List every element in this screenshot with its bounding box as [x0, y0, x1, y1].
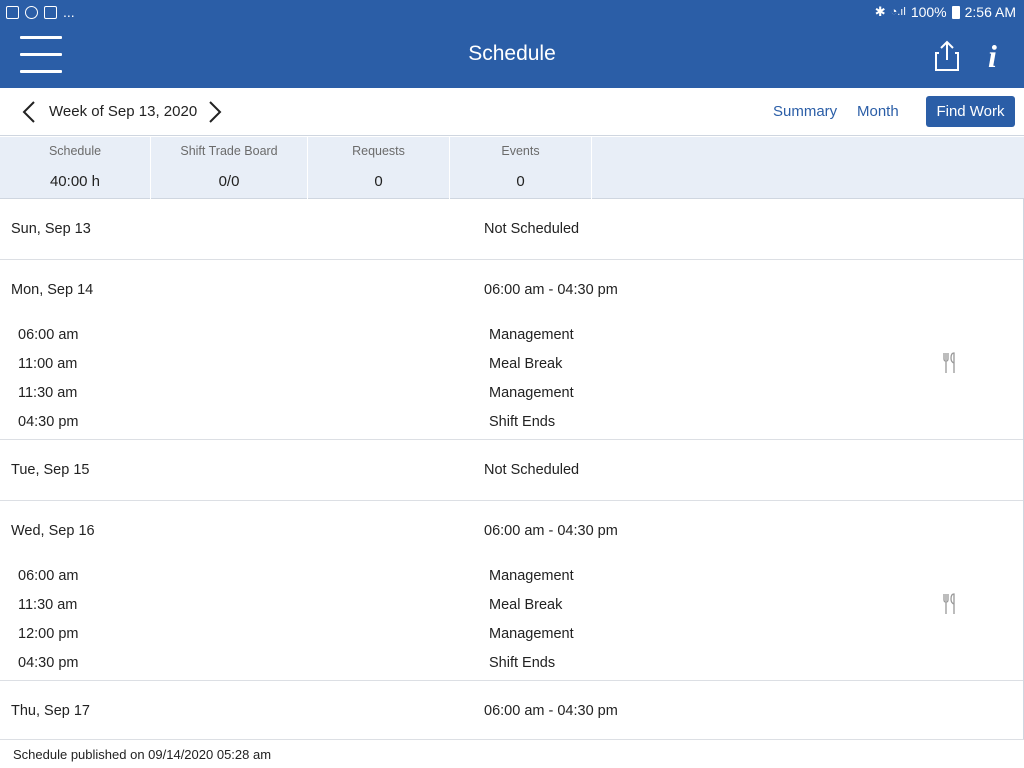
week-navigation: Week of Sep 13, 2020 Summary Month Find …	[0, 88, 1024, 136]
tab-value: 0	[374, 173, 383, 190]
segment-time: 04:30 pm	[18, 414, 79, 430]
battery-icon	[951, 5, 960, 19]
clipboard-notification-icon	[44, 5, 57, 19]
find-work-button[interactable]: Find Work	[926, 96, 1015, 127]
day-name: Thu, Sep 17	[11, 703, 90, 719]
clock: 2:56 AM	[964, 4, 1016, 20]
segment-time: 06:00 am	[18, 327, 79, 343]
segment-activity: Shift Ends	[489, 655, 556, 671]
published-note: Schedule published on 09/14/2020 05:28 a…	[13, 747, 272, 762]
week-label: Week of Sep 13, 2020	[49, 103, 198, 120]
app-bar: ... ✱ ◔.ıl 100% 2:56 AM Schedule i	[0, 0, 1024, 88]
tab-shift-trade-board[interactable]: Shift Trade Board 0/0	[151, 137, 308, 199]
segment-time: 12:00 pm	[18, 626, 79, 642]
day-name: Mon, Sep 14	[11, 282, 94, 298]
meal-break-icon	[943, 352, 955, 373]
bluetooth-icon: ✱	[874, 4, 886, 19]
tab-value: 0/0	[218, 173, 240, 190]
chevron-right-icon[interactable]	[204, 100, 224, 124]
sync-notification-icon	[25, 5, 38, 19]
more-notifications: ...	[63, 4, 75, 20]
battery-percent: 100%	[910, 4, 947, 20]
day-row-tue[interactable]: Tue, Sep 15 Not Scheduled	[0, 440, 1023, 501]
schedule-list[interactable]: Sun, Sep 13 Not Scheduled Mon, Sep 14 06…	[0, 199, 1024, 739]
day-name: Tue, Sep 15	[11, 462, 90, 478]
day-row-mon[interactable]: Mon, Sep 14 06:00 am - 04:30 pm 06:00 am…	[0, 260, 1023, 440]
gallery-notification-icon	[6, 5, 19, 19]
day-status: 06:00 am - 04:30 pm	[484, 282, 618, 298]
segment-activity: Management	[489, 327, 574, 343]
tab-requests[interactable]: Requests 0	[308, 137, 450, 199]
month-link[interactable]: Month	[857, 103, 899, 120]
tab-label: Shift Trade Board	[180, 144, 278, 158]
segment-time: 04:30 pm	[18, 655, 79, 671]
share-icon[interactable]	[934, 40, 960, 72]
segment-activity: Management	[489, 626, 574, 642]
day-status: 06:00 am - 04:30 pm	[484, 523, 618, 539]
status-bar: ... ✱ ◔.ıl 100% 2:56 AM	[0, 0, 1024, 24]
day-row-sun[interactable]: Sun, Sep 13 Not Scheduled	[0, 199, 1023, 260]
day-name: Wed, Sep 16	[11, 523, 95, 539]
day-status: Not Scheduled	[484, 221, 580, 237]
tab-events[interactable]: Events 0	[450, 137, 592, 199]
tab-schedule[interactable]: Schedule 40:00 h	[0, 137, 151, 199]
tab-label: Requests	[352, 144, 405, 158]
day-name: Sun, Sep 13	[11, 221, 91, 237]
segment-activity: Meal Break	[489, 597, 563, 613]
day-status: 06:00 am - 04:30 pm	[484, 703, 618, 719]
page-title: Schedule	[468, 42, 556, 65]
tab-label: Events	[501, 144, 540, 158]
segment-activity: Shift Ends	[489, 414, 556, 430]
tab-value: 0	[516, 173, 525, 190]
tab-label: Schedule	[48, 144, 102, 158]
day-status: Not Scheduled	[484, 462, 580, 478]
day-row-wed[interactable]: Wed, Sep 16 06:00 am - 04:30 pm 06:00 am…	[0, 501, 1023, 681]
segment-time: 06:00 am	[18, 568, 79, 584]
meal-break-icon	[943, 593, 955, 614]
segment-activity: Management	[489, 568, 574, 584]
summary-tabs: Schedule 40:00 h Shift Trade Board 0/0 R…	[0, 137, 1024, 199]
info-icon[interactable]: i	[988, 38, 997, 74]
chevron-left-icon[interactable]	[20, 100, 40, 124]
summary-link[interactable]: Summary	[773, 103, 837, 120]
segment-time: 11:30 am	[18, 385, 78, 401]
tab-value: 40:00 h	[49, 173, 101, 190]
wifi-signal-icon: ◔.ıl	[890, 6, 906, 18]
footer: Schedule published on 09/14/2020 05:28 a…	[0, 739, 1024, 768]
segment-activity: Management	[489, 385, 574, 401]
segment-time: 11:30 am	[18, 597, 78, 613]
segment-time: 11:00 am	[18, 356, 78, 372]
segment-activity: Meal Break	[489, 356, 563, 372]
day-row-thu[interactable]: Thu, Sep 17 06:00 am - 04:30 pm	[0, 681, 1023, 739]
